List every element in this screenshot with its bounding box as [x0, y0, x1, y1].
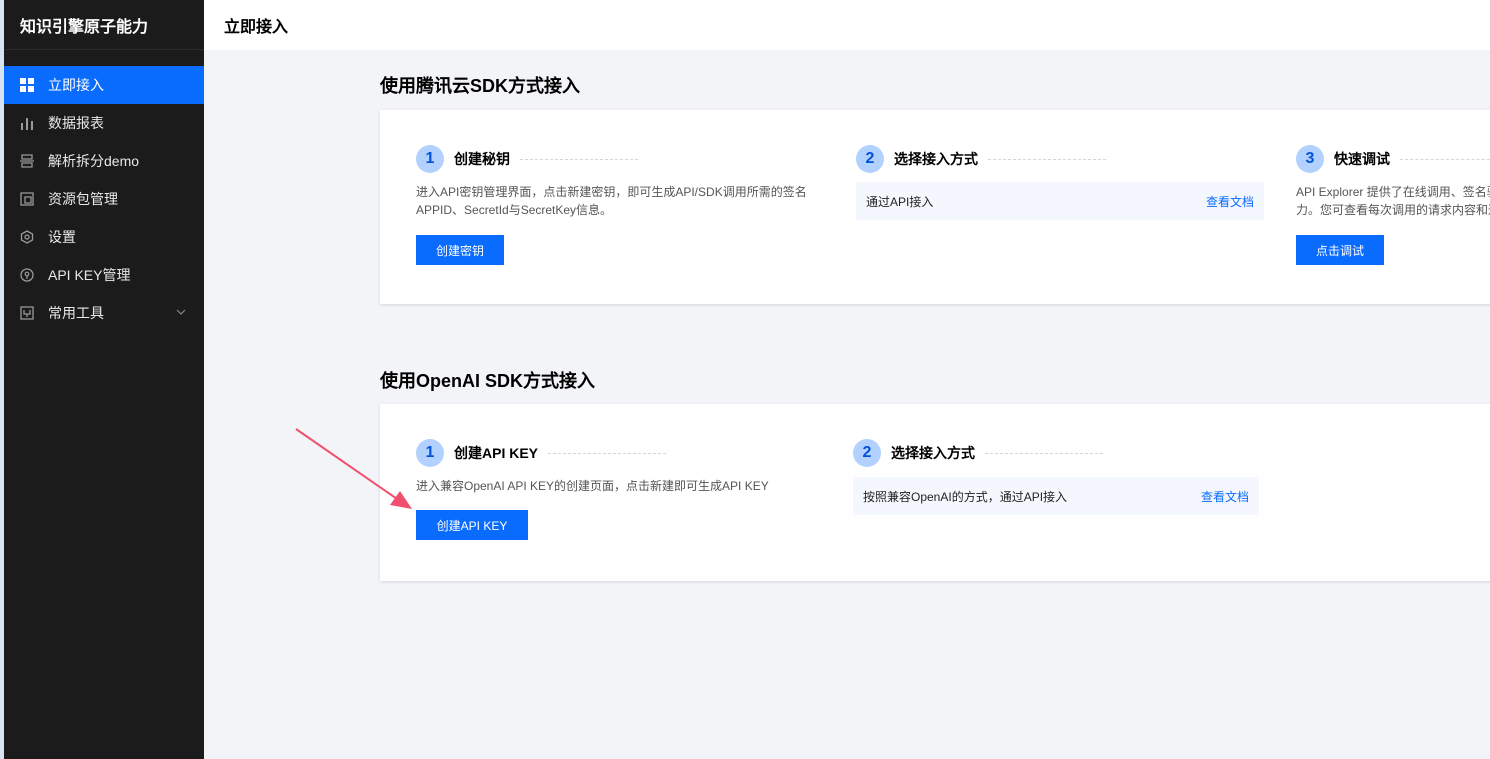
grid-icon: [20, 78, 34, 92]
sidebar-item-label: 资源包管理: [48, 191, 118, 207]
chevron-down-icon: [176, 309, 186, 315]
access-option-label: 通过API接入: [866, 194, 934, 209]
sidebar-item-settings[interactable]: 设置: [4, 218, 204, 256]
step-title: 快速调试: [1334, 151, 1390, 167]
step-title: 选择接入方式: [894, 151, 978, 167]
sidebar-item-label: 数据报表: [48, 115, 104, 131]
key-icon: [20, 268, 34, 282]
brand-title: 知识引擎原子能力: [4, 0, 204, 50]
sidebar-item-label: 解析拆分demo: [48, 153, 140, 169]
section-title-openai-sdk: 使用OpenAI SDK方式接入: [380, 371, 596, 391]
package-icon: [20, 192, 34, 206]
step-choose-access: 2 选择接入方式: [856, 145, 1276, 173]
step-divider: [985, 452, 1103, 454]
create-api-key-button[interactable]: 创建API KEY: [416, 510, 528, 540]
split-icon: [20, 154, 34, 168]
sidebar-item-label: 常用工具: [48, 305, 104, 321]
step-description-line: 力。您可查看每次调用的请求内容和返: [1296, 203, 1490, 217]
step-number: 2: [853, 439, 881, 467]
sidebar-item-label: API KEY管理: [48, 267, 131, 283]
step-divider: [988, 158, 1106, 160]
tencent-sdk-card: 1 创建秘钥 进入API密钥管理界面，点击新建密钥，即可生成API/SDK调用所…: [380, 110, 1490, 304]
step-description-line: 进入API密钥管理界面，点击新建密钥，即可生成API/SDK调用所需的签名: [416, 185, 807, 199]
step-divider: [1400, 158, 1490, 160]
sidebar-item-label: 设置: [48, 229, 76, 245]
step-title: 创建API KEY: [454, 445, 539, 461]
sidebar-item-parse-demo[interactable]: 解析拆分demo: [4, 142, 204, 180]
quick-debug-button[interactable]: 点击调试: [1296, 235, 1384, 265]
step-description-line: API Explorer 提供了在线调用、签名验: [1296, 185, 1490, 199]
view-docs-link[interactable]: 查看文档: [1206, 193, 1254, 210]
annotation-arrow-icon: [295, 428, 412, 509]
sidebar-item-label: 立即接入: [48, 77, 104, 93]
step-create-secret: 1 创建秘钥 进入API密钥管理界面，点击新建密钥，即可生成API/SDK调用所…: [416, 145, 836, 265]
view-docs-link[interactable]: 查看文档: [1201, 488, 1249, 505]
settings-icon: [20, 230, 34, 244]
sidebar-item-tools[interactable]: 常用工具: [4, 294, 204, 332]
page-title: 立即接入: [224, 19, 289, 36]
step-description: 进入兼容OpenAI API KEY的创建页面，点击新建即可生成API KEY: [416, 479, 769, 493]
create-secret-button[interactable]: 创建密钥: [416, 235, 504, 265]
access-option-label: 按照兼容OpenAI的方式，通过API接入: [863, 489, 1068, 504]
step-quick-debug: 3 快速调试 API Explorer 提供了在线调用、签名验 力。您可查看每次…: [1296, 145, 1490, 265]
access-option-openai[interactable]: 按照兼容OpenAI的方式，通过API接入 查看文档: [853, 477, 1259, 515]
step-number: 2: [856, 145, 884, 173]
tools-icon: [20, 306, 34, 320]
sidebar-item-quick-access[interactable]: 立即接入: [4, 66, 204, 104]
step-choose-access-openai: 2 选择接入方式: [853, 439, 1273, 467]
sidebar-nav: 立即接入 数据报表 解析拆分demo 资源包管理 设置 API KEY管理 常用…: [4, 66, 204, 332]
sidebar: 知识引擎原子能力 立即接入 数据报表 解析拆分demo 资源包管理 设置 API…: [0, 0, 204, 759]
step-description: 进入API密钥管理界面，点击新建密钥，即可生成API/SDK调用所需的签名 AP…: [416, 183, 826, 219]
step-number: 3: [1296, 145, 1324, 173]
step-title: 创建秘钥: [454, 151, 510, 167]
access-option-api[interactable]: 通过API接入 查看文档: [856, 182, 1264, 220]
sidebar-item-data-report[interactable]: 数据报表: [4, 104, 204, 142]
openai-sdk-card: 1 创建API KEY 进入兼容OpenAI API KEY的创建页面，点击新建…: [380, 404, 1490, 581]
bar-chart-icon: [20, 116, 34, 130]
step-create-api-key: 1 创建API KEY 进入兼容OpenAI API KEY的创建页面，点击新建…: [416, 439, 836, 540]
page-header: 立即接入: [204, 0, 1490, 50]
step-divider: [548, 452, 667, 454]
step-description-line: APPID、SecretId与SecretKey信息。: [416, 203, 613, 217]
section-title-tencent-sdk: 使用腾讯云SDK方式接入: [380, 76, 581, 96]
step-title: 选择接入方式: [891, 445, 975, 461]
sidebar-item-api-key-mgmt[interactable]: API KEY管理: [4, 256, 204, 294]
step-number: 1: [416, 439, 444, 467]
sidebar-item-package-mgmt[interactable]: 资源包管理: [4, 180, 204, 218]
step-divider: [520, 158, 638, 160]
step-number: 1: [416, 145, 444, 173]
step-description: API Explorer 提供了在线调用、签名验 力。您可查看每次调用的请求内容…: [1296, 183, 1490, 219]
